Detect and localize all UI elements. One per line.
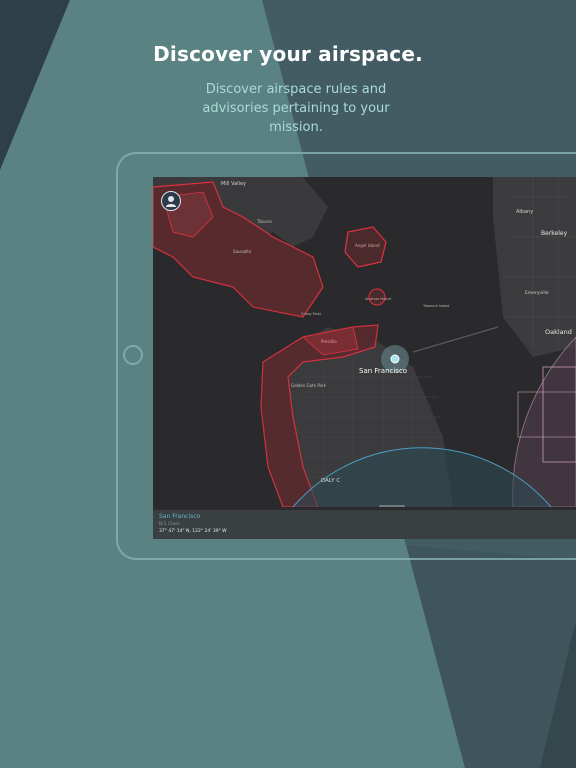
- label-mill-valley: Mill Valley: [221, 181, 246, 187]
- home-button: [123, 345, 143, 365]
- label-crissy-field: Crissy Field: [301, 312, 321, 316]
- headline: Discover your airspace.: [153, 42, 423, 66]
- map-screen[interactable]: Mill Valley Albany Berkeley Emeryville O…: [153, 177, 576, 539]
- label-treasure-island: Treasure Island: [422, 304, 449, 308]
- label-emeryville: Emeryville: [525, 290, 549, 296]
- subhead: Discover airspace rules and advisories p…: [202, 82, 390, 135]
- label-oakland: Oakland: [545, 328, 572, 336]
- label-albany: Albany: [516, 209, 533, 215]
- airspace-class: B/1 Class: [159, 522, 180, 527]
- airspace-map[interactable]: Mill Valley Albany Berkeley Emeryville O…: [153, 177, 576, 507]
- label-alcatraz: Alcatraz Island: [365, 297, 391, 301]
- label-golden-gate-park: Golden Gate Park: [291, 383, 327, 388]
- drawer-handle[interactable]: [379, 505, 405, 507]
- user-avatar-icon[interactable]: [161, 191, 181, 211]
- label-berkeley: Berkeley: [541, 230, 568, 237]
- label-sausalito: Sausalito: [233, 249, 252, 254]
- location-name: San Francisco: [159, 513, 201, 520]
- location-coordinates: 37° 47' 14" N, 122° 24' 39" W: [159, 529, 227, 534]
- location-marker-icon: [390, 354, 400, 364]
- label-presidio: Presidio: [321, 339, 337, 344]
- label-tiburon: Tiburon: [256, 219, 273, 224]
- label-san-francisco: San Francisco: [359, 367, 407, 375]
- label-angel-island: Angel Island: [355, 243, 380, 248]
- label-daly-city: DALY C: [321, 478, 340, 484]
- location-info-panel[interactable]: San Francisco B/1 Class 37° 47' 14" N, 1…: [153, 510, 576, 539]
